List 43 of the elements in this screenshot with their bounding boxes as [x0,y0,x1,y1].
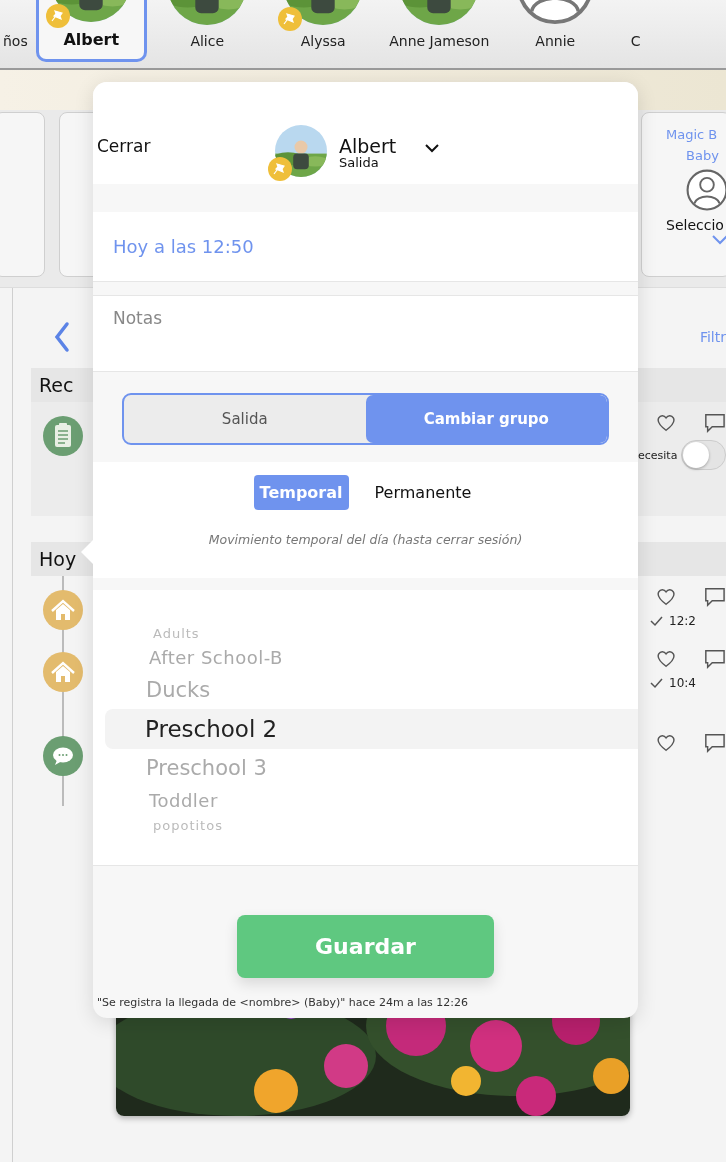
child-tab[interactable]: Alyssa [300,33,346,49]
clipboard-icon [43,416,83,456]
entry-time: 10:4 [669,676,696,690]
child-status: Salida [339,156,380,169]
child-tab[interactable]: Annie [535,33,576,49]
heart-icon [656,732,677,753]
footnote-text: "Se registra la llegada de <nombre> (Baby)" hace 24m a las 12:26 [97,996,469,1009]
child-tab[interactable]: Alice [190,33,225,49]
close-button[interactable]: Cerrar [97,100,268,166]
select-label: Seleccio [666,217,724,233]
chat-icon [43,736,83,776]
toggle-switch[interactable] [681,440,726,470]
toggle-label: ecesita [638,448,678,462]
section-title: Rec [39,374,74,396]
child-tab[interactable]: C [630,33,641,49]
check-icon [650,677,663,689]
child-tab[interactable]: ños [3,33,28,49]
card-label: Magic B [666,127,718,142]
comment-icon [704,412,726,434]
chevron-down-icon [711,233,726,245]
duration-tab[interactable]: Permanente [368,475,478,510]
heart-icon [656,586,677,607]
group-card[interactable]: Magic B Baby Seleccio [641,112,726,277]
house-icon [43,652,83,692]
heart-icon [656,648,677,669]
comment-icon [704,732,726,754]
comment-icon [704,586,726,608]
section-title: Hoy [39,548,77,570]
child-tab[interactable]: Anne Jameson [389,33,490,49]
child-tab[interactable]: Albert [35,0,147,62]
child-selector[interactable]: Albert Salida [268,84,441,182]
heart-icon [656,412,677,433]
card-label: Baby [686,148,719,163]
check-icon [650,615,663,627]
hint-text: Movimiento temporal del día (hasta cerrar sesión) [208,532,523,547]
child-name: Albert [339,137,397,156]
avatar-icon [686,169,726,211]
house-icon [43,590,83,630]
comment-icon [704,648,726,670]
picker-option[interactable]: Preschool 2 [105,709,638,749]
entry-time: 12:2 [669,614,696,628]
chevron-down-icon [424,143,441,153]
mode-tab[interactable]: Salida [124,395,366,443]
